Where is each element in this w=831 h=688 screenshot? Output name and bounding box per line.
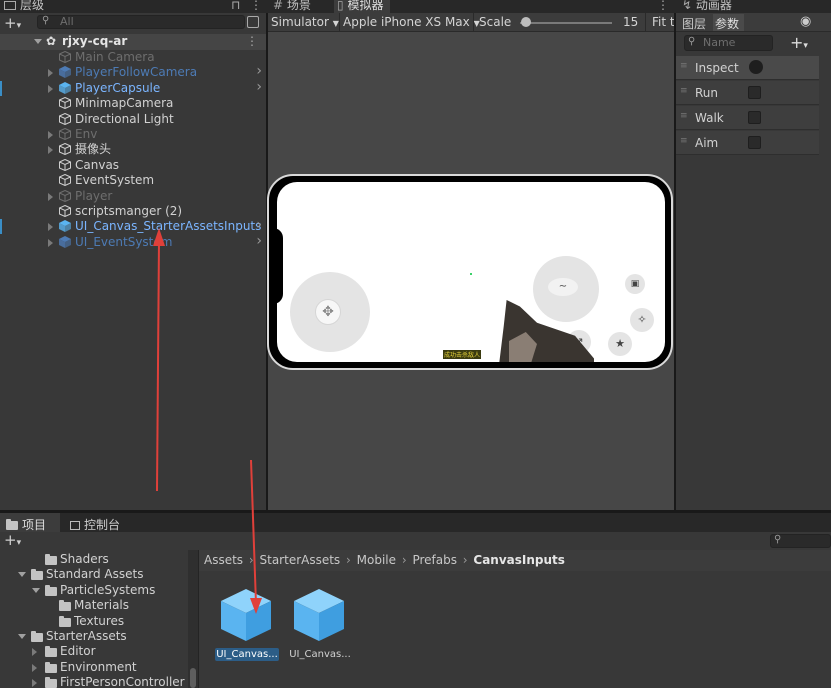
annotation-arrow-2	[250, 459, 257, 605]
annotation-arrowhead-2	[250, 598, 262, 614]
annotation-arrow-1	[156, 239, 160, 492]
annotation-arrowhead-1	[153, 228, 165, 246]
annotation-overlay	[153, 228, 262, 614]
